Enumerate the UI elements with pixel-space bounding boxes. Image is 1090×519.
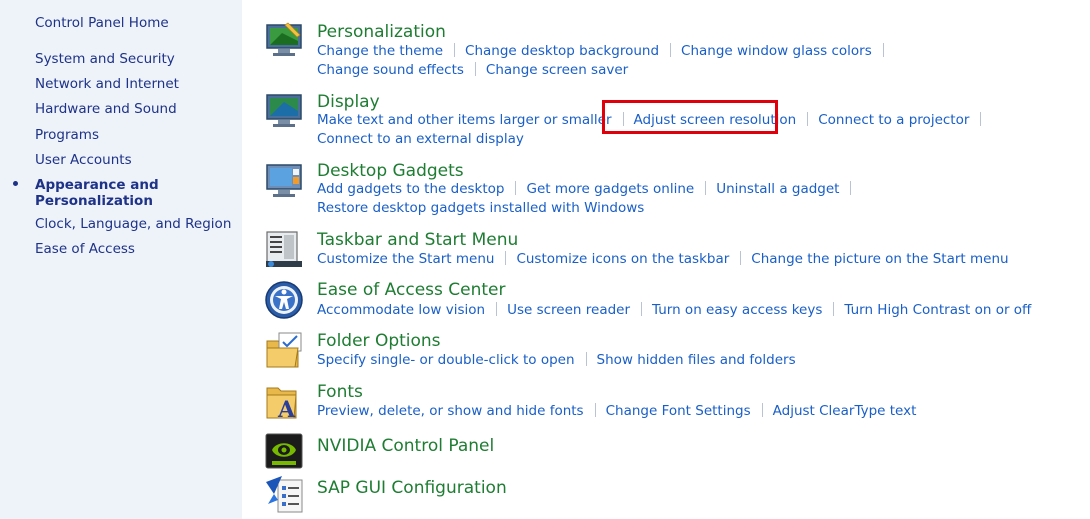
sap-gui-configuration-title[interactable]: SAP GUI Configuration: [317, 478, 507, 498]
change-desktop-background-link[interactable]: Change desktop background: [465, 43, 659, 59]
preview-fonts-link[interactable]: Preview, delete, or show and hide fonts: [317, 403, 584, 419]
adjust-cleartype-link[interactable]: Adjust ClearType text: [773, 403, 917, 419]
separator: [515, 181, 517, 195]
annotation-highlight-box: [602, 100, 778, 134]
connect-external-display-link[interactable]: Connect to an external display: [317, 131, 524, 147]
sidebar-item-clock-language-region[interactable]: Clock, Language, and Region: [35, 216, 231, 232]
separator: [705, 181, 707, 195]
sidebar-home-link[interactable]: Control Panel Home: [35, 15, 169, 31]
turn-on-easy-access-keys-link[interactable]: Turn on easy access keys: [652, 302, 822, 318]
connect-to-projector-link[interactable]: Connect to a projector: [818, 112, 969, 128]
desktop-gadgets-links-row-2: Restore desktop gadgets installed with W…: [317, 200, 644, 217]
show-hidden-files-link[interactable]: Show hidden files and folders: [597, 352, 796, 368]
sidebar-item-ease-of-access[interactable]: Ease of Access: [35, 241, 135, 257]
separator: [807, 112, 809, 126]
sidebar-item-system-security[interactable]: System and Security: [35, 51, 175, 67]
sidebar-item-hardware-sound[interactable]: Hardware and Sound: [35, 101, 177, 117]
change-screen-saver-link[interactable]: Change screen saver: [486, 62, 628, 78]
separator: [496, 302, 498, 316]
display-links-row-2: Connect to an external display: [317, 131, 524, 148]
ease-of-access-center-title[interactable]: Ease of Access Center: [317, 280, 506, 300]
desktop-gadgets-icon: [266, 164, 302, 197]
change-font-settings-link[interactable]: Change Font Settings: [606, 403, 751, 419]
separator: [670, 43, 672, 57]
sidebar-item-network-internet[interactable]: Network and Internet: [35, 76, 179, 92]
uninstall-gadget-link[interactable]: Uninstall a gadget: [716, 181, 839, 197]
nvidia-control-panel-title[interactable]: NVIDIA Control Panel: [317, 436, 494, 456]
sap-gui-icon: [266, 476, 303, 513]
desktop-gadgets-links-row-1: Add gadgets to the desktop Get more gadge…: [317, 181, 861, 198]
change-theme-link[interactable]: Change the theme: [317, 43, 443, 59]
separator: [594, 403, 596, 417]
separator: [833, 302, 835, 316]
personalization-icon: [266, 22, 302, 56]
customize-start-menu-link[interactable]: Customize the Start menu: [317, 251, 494, 267]
personalization-title[interactable]: Personalization: [317, 22, 446, 42]
separator: [882, 43, 884, 57]
separator: [641, 302, 643, 316]
make-text-larger-link[interactable]: Make text and other items larger or smal…: [317, 112, 612, 128]
sidebar-item-appearance-line2: Personalization: [35, 193, 153, 209]
folder-options-links-row-1: Specify single- or double-click to open S…: [317, 352, 796, 369]
taskbar-links-row-1: Customize the Start menu Customize icons …: [317, 251, 1009, 268]
separator: [474, 62, 476, 76]
add-gadgets-link[interactable]: Add gadgets to the desktop: [317, 181, 504, 197]
folder-options-icon: [266, 332, 302, 368]
restore-desktop-gadgets-link[interactable]: Restore desktop gadgets installed with W…: [317, 200, 644, 216]
display-icon: [266, 94, 302, 127]
separator: [505, 251, 507, 265]
display-title[interactable]: Display: [317, 92, 380, 112]
ease-of-access-icon: [265, 281, 303, 319]
single-double-click-link[interactable]: Specify single- or double-click to open: [317, 352, 575, 368]
sidebar: Control Panel Home System and Security N…: [0, 0, 242, 519]
taskbar-start-menu-title[interactable]: Taskbar and Start Menu: [317, 230, 518, 250]
customize-taskbar-icons-link[interactable]: Customize icons on the taskbar: [516, 251, 729, 267]
fonts-title[interactable]: Fonts: [317, 382, 363, 402]
taskbar-icon: [266, 231, 302, 267]
separator: [761, 403, 763, 417]
sidebar-item-programs[interactable]: Programs: [35, 127, 99, 143]
change-window-glass-colors-link[interactable]: Change window glass colors: [681, 43, 872, 59]
separator: [980, 112, 982, 126]
separator: [585, 352, 587, 366]
personalization-links-row-1: Change the theme Change desktop backgroun…: [317, 43, 894, 60]
accommodate-low-vision-link[interactable]: Accommodate low vision: [317, 302, 485, 318]
fonts-links-row-1: Preview, delete, or show and hide fonts C…: [317, 403, 916, 420]
sidebar-item-user-accounts[interactable]: User Accounts: [35, 152, 132, 168]
fonts-icon: A: [266, 387, 297, 422]
folder-options-title[interactable]: Folder Options: [317, 331, 441, 351]
separator: [454, 43, 456, 57]
sidebar-item-appearance-line1: Appearance and: [35, 177, 159, 193]
change-start-menu-picture-link[interactable]: Change the picture on the Start menu: [751, 251, 1008, 267]
current-item-bullet: [13, 181, 18, 186]
use-screen-reader-link[interactable]: Use screen reader: [507, 302, 630, 318]
high-contrast-toggle-link[interactable]: Turn High Contrast on or off: [844, 302, 1031, 318]
personalization-links-row-2: Change sound effects Change screen saver: [317, 62, 628, 79]
separator: [850, 181, 852, 195]
nvidia-icon: [265, 433, 303, 469]
get-more-gadgets-link[interactable]: Get more gadgets online: [526, 181, 694, 197]
svg-text:A: A: [277, 397, 296, 422]
ease-of-access-links-row-1: Accommodate low vision Use screen reader T…: [317, 302, 1031, 319]
separator: [740, 251, 742, 265]
control-panel-window: Control Panel Home System and Security N…: [0, 0, 1090, 519]
desktop-gadgets-title[interactable]: Desktop Gadgets: [317, 161, 464, 181]
change-sound-effects-link[interactable]: Change sound effects: [317, 62, 464, 78]
